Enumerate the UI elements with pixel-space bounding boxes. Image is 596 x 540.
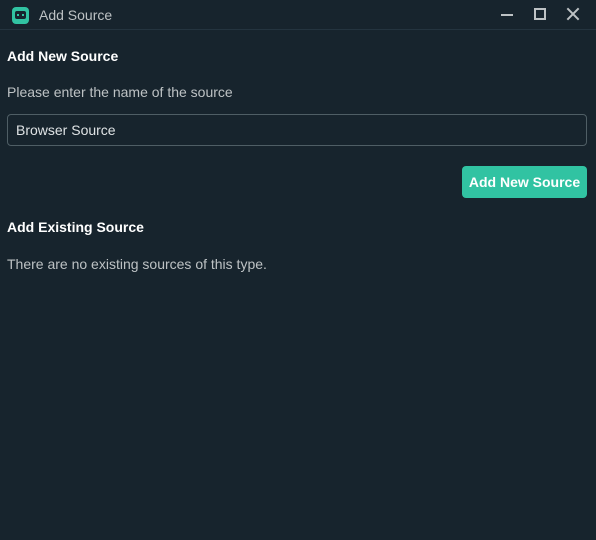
- robot-eye-left: [17, 14, 19, 16]
- add-new-source-button[interactable]: Add New Source: [462, 166, 587, 198]
- robot-eye-right: [22, 14, 24, 16]
- add-existing-source-heading: Add Existing Source: [7, 219, 144, 235]
- no-existing-sources-message: There are no existing sources of this ty…: [7, 256, 267, 272]
- robot-face: [15, 11, 26, 19]
- close-icon: [566, 7, 580, 21]
- add-source-window: Add Source Add New Source Please enter t…: [0, 0, 596, 540]
- window-title: Add Source: [39, 7, 113, 23]
- minimize-button[interactable]: [491, 0, 523, 29]
- source-name-prompt: Please enter the name of the source: [7, 84, 233, 100]
- streamlabs-robot-icon: [12, 7, 29, 24]
- add-new-source-heading: Add New Source: [7, 48, 119, 64]
- minimize-icon: [501, 14, 513, 16]
- source-name-input[interactable]: [7, 114, 587, 146]
- close-button[interactable]: [557, 0, 589, 29]
- maximize-icon: [534, 8, 546, 20]
- maximize-button[interactable]: [524, 0, 556, 29]
- title-bar[interactable]: Add Source: [0, 0, 596, 30]
